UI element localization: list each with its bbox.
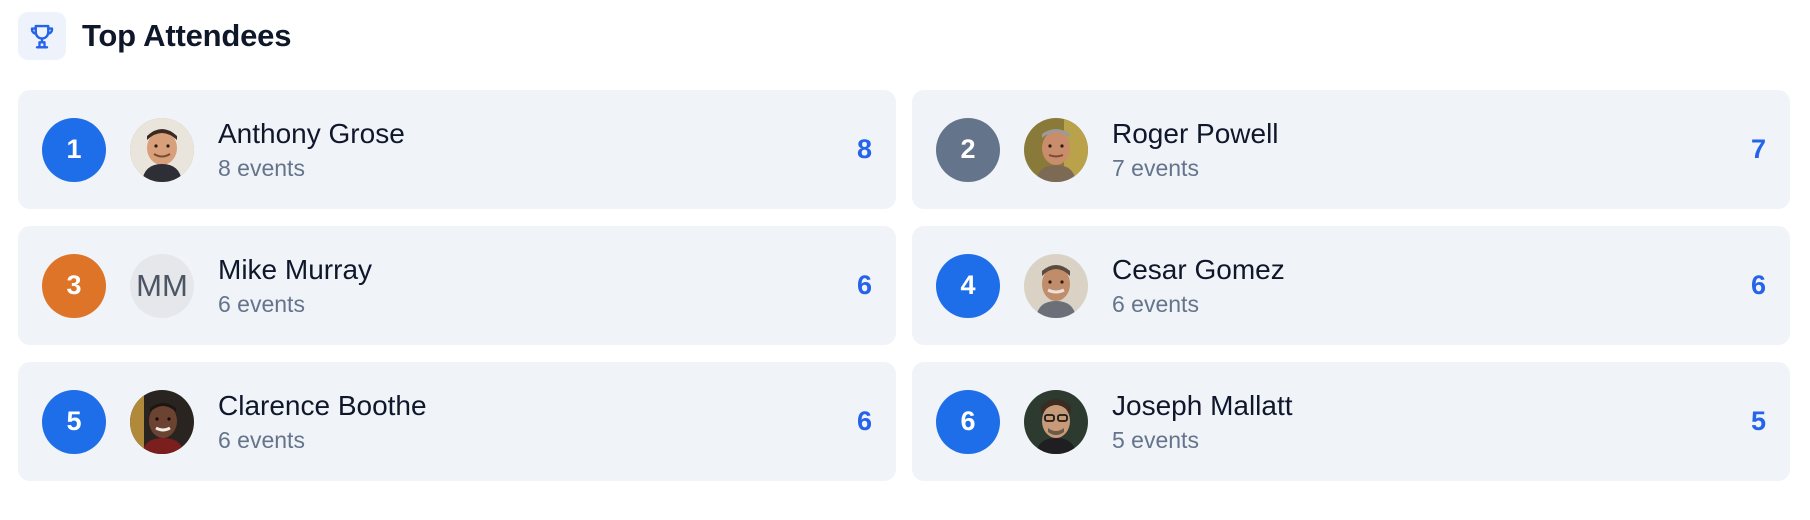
rank-badge: 2 — [936, 117, 1000, 182]
person-photo-icon — [1024, 253, 1088, 318]
attendee-events: 6 events — [1112, 290, 1199, 317]
attendee-name: Joseph Mallatt — [1112, 389, 1293, 421]
attendee-info: Anthony Grose 8 events — [218, 117, 857, 183]
rank-badge: 4 — [936, 253, 1000, 318]
rank-badge: 5 — [42, 389, 106, 454]
attendee-events: 6 events — [218, 426, 305, 453]
rank-badge: 3 — [42, 253, 106, 318]
attendee-events: 6 events — [218, 290, 305, 317]
attendance-count: 7 — [1750, 134, 1766, 164]
top-attendees-panel: Top Attendees 1 Anthony Grose 8 events 8… — [0, 0, 1810, 520]
attendee-info: Roger Powell 7 events — [1112, 117, 1751, 183]
avatar — [130, 389, 194, 454]
attendance-count: 6 — [856, 270, 872, 300]
attendee-name: Cesar Gomez — [1112, 253, 1285, 285]
rank-badge: 6 — [936, 389, 1000, 454]
attendee-events: 7 events — [1112, 154, 1199, 181]
attendee-card[interactable]: 5 Clarence Boothe 6 events 6 — [18, 362, 896, 481]
attendance-count: 5 — [1750, 406, 1766, 436]
avatar — [1024, 253, 1088, 318]
attendee-card[interactable]: 2 Roger Powell 7 events 7 — [912, 90, 1790, 209]
avatar — [1024, 389, 1088, 454]
attendance-count: 6 — [1750, 270, 1766, 300]
person-photo-icon — [1024, 389, 1088, 454]
attendee-card[interactable]: 6 Joseph Mallatt 5 events 5 — [912, 362, 1790, 481]
attendance-count: 6 — [856, 406, 872, 436]
trophy-icon — [18, 12, 66, 60]
attendee-events: 5 events — [1112, 426, 1199, 453]
person-photo-icon — [130, 389, 194, 454]
attendee-card[interactable]: 4 Cesar Gomez 6 events 6 — [912, 226, 1790, 345]
attendee-events: 8 events — [218, 154, 305, 181]
avatar — [130, 117, 194, 182]
attendee-card[interactable]: 3 MM Mike Murray 6 events 6 — [18, 226, 896, 345]
person-photo-icon — [1024, 117, 1088, 182]
attendee-info: Mike Murray 6 events — [218, 253, 857, 319]
avatar — [1024, 117, 1088, 182]
attendee-name: Clarence Boothe — [218, 389, 427, 421]
attendee-info: Cesar Gomez 6 events — [1112, 253, 1751, 319]
attendee-name: Roger Powell — [1112, 117, 1279, 149]
panel-title: Top Attendees — [82, 18, 292, 53]
person-photo-icon — [130, 117, 194, 182]
panel-header: Top Attendees — [18, 0, 1792, 72]
avatar-initials: MM — [130, 253, 194, 318]
attendee-name: Anthony Grose — [218, 117, 405, 149]
attendee-card[interactable]: 1 Anthony Grose 8 events 8 — [18, 90, 896, 209]
rank-badge: 1 — [42, 117, 106, 182]
attendance-count: 8 — [856, 134, 872, 164]
attendee-grid: 1 Anthony Grose 8 events 8 2 Roger Powel… — [18, 90, 1792, 481]
attendee-info: Joseph Mallatt 5 events — [1112, 389, 1751, 455]
attendee-name: Mike Murray — [218, 253, 373, 285]
attendee-info: Clarence Boothe 6 events — [218, 389, 857, 455]
